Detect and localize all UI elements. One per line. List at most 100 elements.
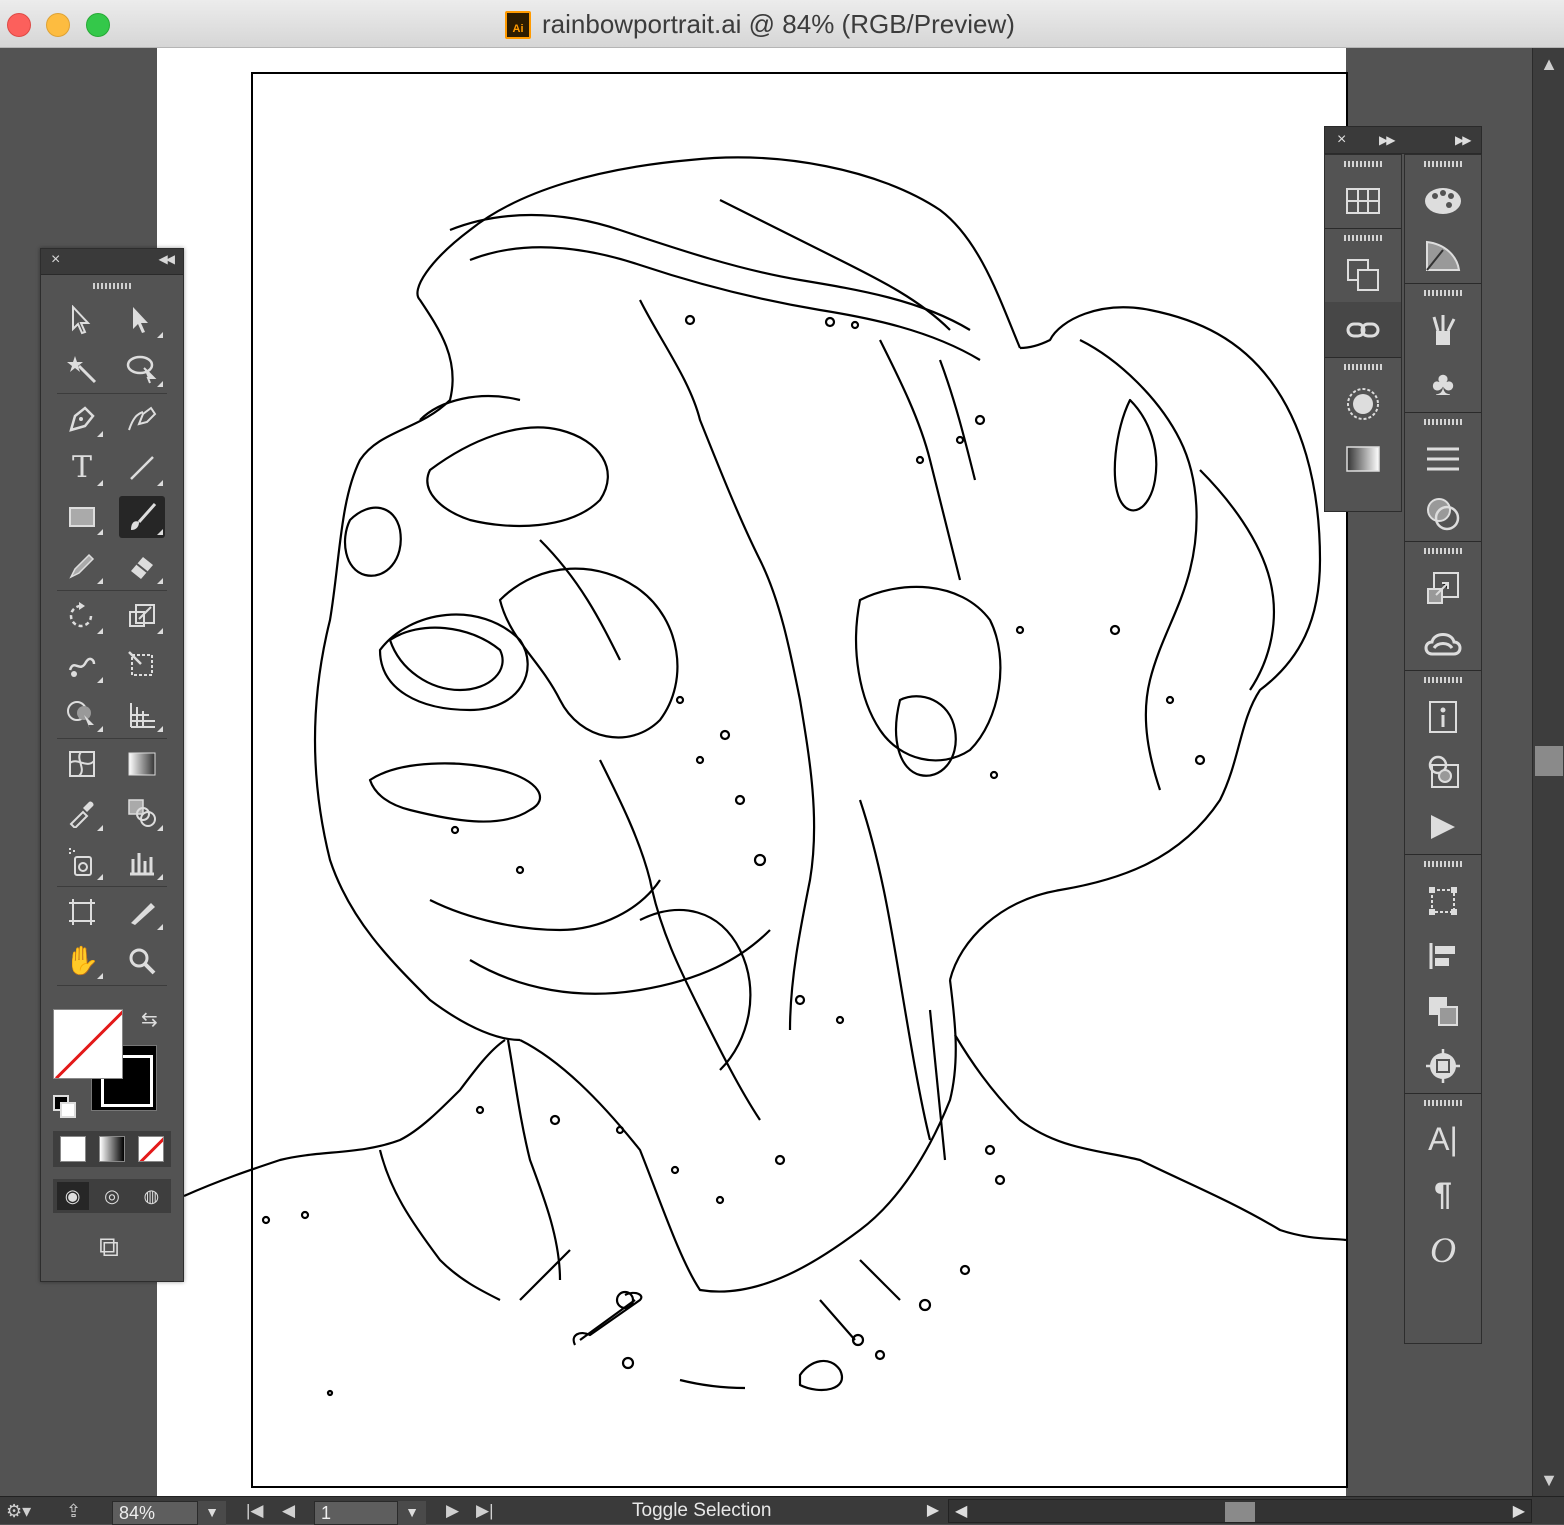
slice-tool[interactable] <box>119 891 165 933</box>
panel-grip[interactable] <box>41 275 183 295</box>
symbol-sprayer-tool[interactable] <box>59 841 105 883</box>
vertical-scrollbar[interactable]: ▲ ▼ <box>1532 48 1564 1496</box>
none-mode-button[interactable] <box>138 1136 165 1162</box>
panel-grip[interactable] <box>1405 413 1481 431</box>
scroll-down-arrow-icon[interactable]: ▼ <box>1533 1466 1564 1494</box>
rotate-tool[interactable] <box>59 595 105 637</box>
canvas-workspace[interactable] <box>0 48 1532 1496</box>
panel-grip[interactable] <box>1405 284 1481 302</box>
pen-tool[interactable] <box>59 398 105 440</box>
eyedropper-tool[interactable] <box>59 792 105 834</box>
paintbrush-tool[interactable] <box>119 495 165 538</box>
vertical-scroll-thumb[interactable] <box>1535 746 1563 776</box>
brushes-icon[interactable] <box>1405 302 1481 357</box>
next-artboard-icon[interactable]: ▶ <box>446 1497 459 1525</box>
free-transform-tool[interactable] <box>119 644 165 686</box>
close-icon[interactable]: × <box>1337 131 1346 149</box>
column-graph-tool[interactable] <box>119 841 165 883</box>
swap-fill-stroke-icon[interactable]: ⇆ <box>141 1007 158 1032</box>
type-tool[interactable]: T <box>59 447 105 489</box>
blend-tool[interactable] <box>119 792 165 834</box>
mesh-tool[interactable] <box>59 743 105 785</box>
panel-grip[interactable] <box>1405 155 1481 173</box>
first-artboard-icon[interactable]: |◀ <box>246 1497 264 1525</box>
panel-grip[interactable] <box>1325 358 1401 376</box>
pathfinder-icon[interactable] <box>1405 983 1481 1038</box>
artboard-tool[interactable] <box>59 891 105 933</box>
tools-panel-header[interactable]: × ◀◀ <box>41 249 183 275</box>
document-info-icon[interactable] <box>1405 689 1481 744</box>
warp-tool[interactable] <box>59 644 105 686</box>
color-palette-icon[interactable] <box>1405 173 1481 228</box>
status-menu-arrow-icon[interactable]: ▶ <box>920 1497 946 1525</box>
panel-grip[interactable] <box>1405 542 1481 560</box>
screen-mode-icon[interactable]: ⧉ <box>85 1227 133 1267</box>
lasso-tool[interactable] <box>119 348 165 390</box>
last-artboard-icon[interactable]: ▶| <box>476 1497 494 1525</box>
color-mode-button[interactable] <box>59 1136 86 1162</box>
default-fill-stroke-icon[interactable] <box>53 1095 76 1118</box>
share-icon[interactable]: ⇪ <box>66 1497 81 1525</box>
collapse-icon[interactable]: ◀◀ <box>159 252 176 266</box>
scroll-up-arrow-icon[interactable]: ▲ <box>1533 50 1564 78</box>
artboard-number-field[interactable]: 1 <box>314 1501 398 1525</box>
shape-builder-tool[interactable] <box>59 693 105 735</box>
window-minimize-button[interactable] <box>46 13 70 37</box>
zoom-tool[interactable] <box>119 940 165 982</box>
dock-header[interactable]: × ▶▶ ▶▶ <box>1324 126 1482 154</box>
line-segment-tool[interactable] <box>119 447 165 489</box>
expand-panels-icon[interactable]: ▶▶ <box>1455 133 1472 147</box>
cc-libraries-icon[interactable] <box>1405 615 1481 670</box>
window-close-button[interactable] <box>7 13 31 37</box>
portrait-line-artwork[interactable] <box>157 48 1346 1496</box>
align-icon[interactable] <box>1405 928 1481 983</box>
gradient-mode-button[interactable] <box>98 1136 125 1162</box>
panel-grip[interactable] <box>1405 1094 1481 1112</box>
artboards-icon[interactable] <box>1325 247 1401 302</box>
appearance-icon[interactable] <box>1325 376 1401 431</box>
color-guide-icon[interactable] <box>1405 228 1481 283</box>
pencil-tool[interactable] <box>59 545 105 587</box>
perspective-grid-tool[interactable] <box>119 693 165 735</box>
character-icon[interactable]: A| <box>1405 1112 1481 1167</box>
chevron-down-icon[interactable]: ▼ <box>198 1501 226 1525</box>
draw-inside-icon[interactable]: ◍ <box>135 1182 167 1210</box>
gear-icon[interactable]: ⚙▾ <box>6 1497 31 1525</box>
curvature-tool[interactable] <box>119 398 165 440</box>
paragraph-icon[interactable]: ¶ <box>1405 1167 1481 1222</box>
image-trace-icon[interactable] <box>1405 744 1481 799</box>
swatches-grid-icon[interactable] <box>1325 173 1401 228</box>
horizontal-scroll-thumb[interactable] <box>1225 1502 1255 1522</box>
transparency-icon[interactable] <box>1405 486 1481 541</box>
panel-grip[interactable] <box>1325 229 1401 247</box>
navigator-icon[interactable] <box>1405 1038 1481 1093</box>
draw-normal-icon[interactable]: ◉ <box>56 1182 89 1210</box>
draw-behind-icon[interactable]: ◎ <box>96 1182 128 1210</box>
scroll-right-arrow-icon[interactable]: ▶ <box>1513 1500 1525 1524</box>
selection-tool[interactable] <box>59 299 105 341</box>
zoom-level-field[interactable]: 84% <box>112 1501 198 1525</box>
fill-color-swatch-none[interactable] <box>53 1009 123 1079</box>
direct-selection-tool[interactable] <box>119 299 165 341</box>
hand-tool[interactable]: ✋ <box>59 940 105 982</box>
panel-grip[interactable] <box>1325 155 1401 173</box>
horizontal-scrollbar[interactable]: ◀ ▶ <box>948 1499 1532 1523</box>
gradient-panel-icon[interactable] <box>1325 431 1401 486</box>
window-zoom-button[interactable] <box>86 13 110 37</box>
expand-panels-icon[interactable]: ▶▶ <box>1379 133 1396 147</box>
panel-grip[interactable] <box>1405 855 1481 873</box>
magic-wand-tool[interactable] <box>59 348 105 390</box>
scroll-left-arrow-icon[interactable]: ◀ <box>955 1500 967 1524</box>
previous-artboard-icon[interactable]: ◀ <box>282 1497 295 1525</box>
symbols-icon[interactable]: ♣ <box>1405 357 1481 412</box>
actions-icon[interactable] <box>1405 799 1481 854</box>
links-icon[interactable] <box>1325 302 1401 357</box>
opentype-icon[interactable]: O <box>1405 1222 1481 1277</box>
transform-icon[interactable] <box>1405 873 1481 928</box>
stroke-icon[interactable] <box>1405 431 1481 486</box>
close-icon[interactable]: × <box>51 251 60 269</box>
scale-tool[interactable] <box>119 595 165 637</box>
chevron-down-icon[interactable]: ▼ <box>398 1501 426 1525</box>
gradient-tool[interactable] <box>119 743 165 785</box>
rectangle-tool[interactable] <box>59 496 105 538</box>
